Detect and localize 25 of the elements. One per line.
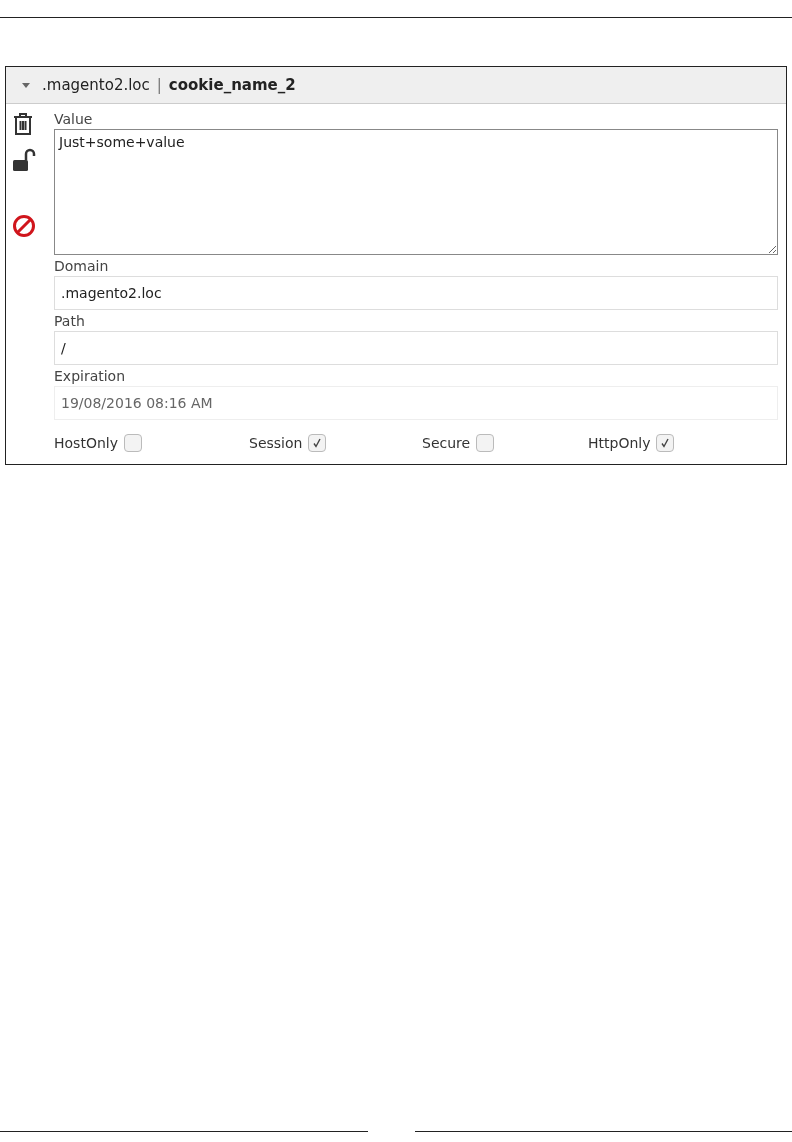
- cookie-domain: .magento2.loc: [42, 76, 150, 94]
- checkbox-label: HttpOnly: [588, 435, 651, 451]
- field-label: Expiration: [54, 367, 127, 386]
- caret-icon[interactable]: [21, 80, 31, 90]
- separator: |: [156, 76, 162, 94]
- field-label: Value: [54, 110, 94, 129]
- field-label: Domain: [54, 257, 110, 276]
- checkbox-label: Secure: [422, 435, 471, 451]
- unlocked-padlock-icon[interactable]: [12, 148, 36, 172]
- checkbox[interactable]: [656, 434, 675, 452]
- block-icon[interactable]: [12, 214, 36, 238]
- input-field[interactable]: .magento2.loc: [54, 276, 778, 310]
- checkbox[interactable]: [308, 434, 327, 452]
- checkmark-icon: [659, 437, 672, 449]
- cookie-name: cookie_name_2: [168, 76, 296, 94]
- field-label: Path: [54, 312, 86, 331]
- checkbox[interactable]: [476, 434, 495, 452]
- input-field[interactable]: /: [54, 331, 778, 365]
- checkmark-icon: [311, 437, 324, 449]
- checkbox[interactable]: [123, 434, 142, 452]
- trash-icon[interactable]: [12, 112, 34, 136]
- checkbox-label: HostOnly: [54, 435, 118, 451]
- cookie-header[interactable]: .magento2.loc | cookie_name_2: [6, 67, 786, 104]
- value-textarea[interactable]: Just+some+value: [54, 129, 778, 255]
- checkbox-label: Session: [249, 435, 303, 451]
